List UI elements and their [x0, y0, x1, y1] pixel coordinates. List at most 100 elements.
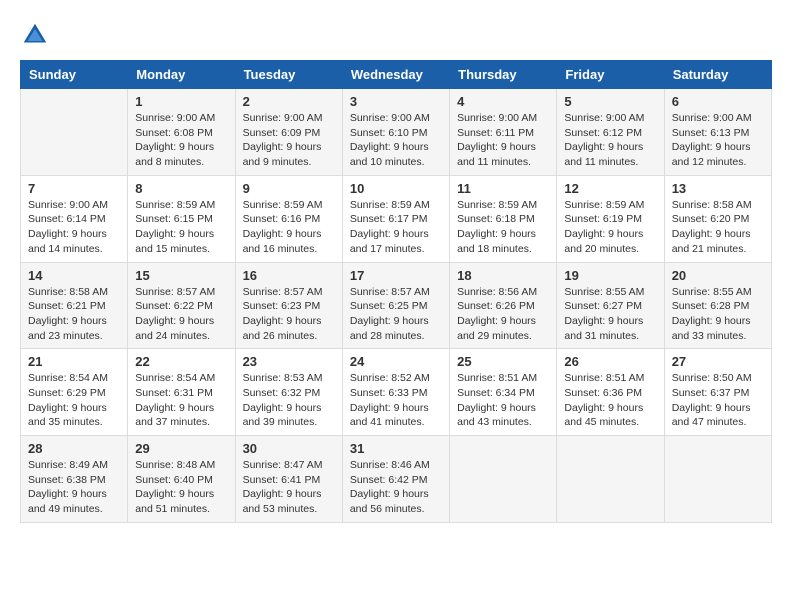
- day-info: Sunrise: 8:55 AMSunset: 6:27 PMDaylight:…: [564, 285, 656, 344]
- calendar-cell: 7Sunrise: 9:00 AMSunset: 6:14 PMDaylight…: [21, 175, 128, 262]
- day-info: Sunrise: 9:00 AMSunset: 6:14 PMDaylight:…: [28, 198, 120, 257]
- calendar-cell: 3 Sunrise: 9:00 AMSunset: 6:10 PMDaylight…: [342, 89, 449, 176]
- day-number: 15: [135, 268, 227, 283]
- day-info: Sunrise: 8:59 AMSunset: 6:16 PMDaylight:…: [243, 198, 335, 257]
- calendar-cell: 29 Sunrise: 8:48 AMSunset: 6:40 PMDayligh…: [128, 436, 235, 523]
- calendar-cell: 4 Sunrise: 9:00 AMSunset: 6:11 PMDaylight…: [450, 89, 557, 176]
- day-info: Sunrise: 8:59 AMSunset: 6:18 PMDaylight:…: [457, 198, 549, 257]
- calendar-cell: 10Sunrise: 8:59 AMSunset: 6:17 PMDayligh…: [342, 175, 449, 262]
- day-number: 10: [350, 181, 442, 196]
- day-info: Sunrise: 8:56 AMSunset: 6:26 PMDaylight:…: [457, 285, 549, 344]
- day-number: 12: [564, 181, 656, 196]
- calendar-week-row: 21 Sunrise: 8:54 AMSunset: 6:29 PMDayligh…: [21, 349, 772, 436]
- calendar-week-row: 1 Sunrise: 9:00 AMSunset: 6:08 PMDaylight…: [21, 89, 772, 176]
- day-number: 19: [564, 268, 656, 283]
- calendar-cell: 1 Sunrise: 9:00 AMSunset: 6:08 PMDaylight…: [128, 89, 235, 176]
- calendar-cell: 27 Sunrise: 8:50 AMSunset: 6:37 PMDayligh…: [664, 349, 771, 436]
- calendar-cell: [557, 436, 664, 523]
- day-info: Sunrise: 8:57 AMSunset: 6:25 PMDaylight:…: [350, 285, 442, 344]
- day-number: 3: [350, 94, 442, 109]
- day-number: 4: [457, 94, 549, 109]
- day-number: 30: [243, 441, 335, 456]
- calendar-cell: 22Sunrise: 8:54 AMSunset: 6:31 PMDayligh…: [128, 349, 235, 436]
- calendar-cell: 5 Sunrise: 9:00 AMSunset: 6:12 PMDaylight…: [557, 89, 664, 176]
- calendar-cell: [664, 436, 771, 523]
- calendar-cell: 11 Sunrise: 8:59 AMSunset: 6:18 PMDayligh…: [450, 175, 557, 262]
- calendar-week-row: 14 Sunrise: 8:58 AMSunset: 6:21 PMDayligh…: [21, 262, 772, 349]
- day-number: 1: [135, 94, 227, 109]
- header-sunday: Sunday: [21, 61, 128, 89]
- day-number: 20: [672, 268, 764, 283]
- day-number: 26: [564, 354, 656, 369]
- day-number: 21: [28, 354, 120, 369]
- day-number: 25: [457, 354, 549, 369]
- calendar-cell: 23 Sunrise: 8:53 AMSunset: 6:32 PMDayligh…: [235, 349, 342, 436]
- calendar-cell: 13 Sunrise: 8:58 AMSunset: 6:20 PMDayligh…: [664, 175, 771, 262]
- calendar-cell: 2 Sunrise: 9:00 AMSunset: 6:09 PMDaylight…: [235, 89, 342, 176]
- day-info: Sunrise: 8:49 AMSunset: 6:38 PMDaylight:…: [28, 458, 120, 517]
- calendar-table: SundayMondayTuesdayWednesdayThursdayFrid…: [20, 60, 772, 523]
- day-info: Sunrise: 8:50 AMSunset: 6:37 PMDaylight:…: [672, 371, 764, 430]
- day-number: 14: [28, 268, 120, 283]
- day-info: Sunrise: 8:53 AMSunset: 6:32 PMDaylight:…: [243, 371, 335, 430]
- calendar-cell: 28Sunrise: 8:49 AMSunset: 6:38 PMDayligh…: [21, 436, 128, 523]
- day-info: Sunrise: 9:00 AMSunset: 6:12 PMDaylight:…: [564, 111, 656, 170]
- day-number: 11: [457, 181, 549, 196]
- calendar-cell: [21, 89, 128, 176]
- header-thursday: Thursday: [450, 61, 557, 89]
- header-monday: Monday: [128, 61, 235, 89]
- day-number: 2: [243, 94, 335, 109]
- calendar-cell: 19 Sunrise: 8:55 AMSunset: 6:27 PMDayligh…: [557, 262, 664, 349]
- day-number: 17: [350, 268, 442, 283]
- day-info: Sunrise: 8:54 AMSunset: 6:29 PMDaylight:…: [28, 371, 120, 430]
- day-info: Sunrise: 9:00 AMSunset: 6:09 PMDaylight:…: [243, 111, 335, 170]
- day-number: 8: [135, 181, 227, 196]
- calendar-header-row: SundayMondayTuesdayWednesdayThursdayFrid…: [21, 61, 772, 89]
- day-info: Sunrise: 8:58 AMSunset: 6:21 PMDaylight:…: [28, 285, 120, 344]
- calendar-cell: 20 Sunrise: 8:55 AMSunset: 6:28 PMDayligh…: [664, 262, 771, 349]
- calendar-cell: [450, 436, 557, 523]
- day-info: Sunrise: 8:48 AMSunset: 6:40 PMDaylight:…: [135, 458, 227, 517]
- calendar-cell: 21 Sunrise: 8:54 AMSunset: 6:29 PMDayligh…: [21, 349, 128, 436]
- day-info: Sunrise: 8:55 AMSunset: 6:28 PMDaylight:…: [672, 285, 764, 344]
- page-header: [20, 20, 772, 50]
- header-saturday: Saturday: [664, 61, 771, 89]
- day-info: Sunrise: 8:57 AMSunset: 6:22 PMDaylight:…: [135, 285, 227, 344]
- calendar-cell: 6Sunrise: 9:00 AMSunset: 6:13 PMDaylight…: [664, 89, 771, 176]
- calendar-week-row: 7Sunrise: 9:00 AMSunset: 6:14 PMDaylight…: [21, 175, 772, 262]
- day-info: Sunrise: 8:46 AMSunset: 6:42 PMDaylight:…: [350, 458, 442, 517]
- day-number: 16: [243, 268, 335, 283]
- day-info: Sunrise: 9:00 AMSunset: 6:08 PMDaylight:…: [135, 111, 227, 170]
- day-info: Sunrise: 8:57 AMSunset: 6:23 PMDaylight:…: [243, 285, 335, 344]
- calendar-cell: 12 Sunrise: 8:59 AMSunset: 6:19 PMDayligh…: [557, 175, 664, 262]
- day-number: 31: [350, 441, 442, 456]
- day-number: 23: [243, 354, 335, 369]
- day-info: Sunrise: 8:47 AMSunset: 6:41 PMDaylight:…: [243, 458, 335, 517]
- calendar-cell: 8 Sunrise: 8:59 AMSunset: 6:15 PMDaylight…: [128, 175, 235, 262]
- day-number: 29: [135, 441, 227, 456]
- day-info: Sunrise: 8:54 AMSunset: 6:31 PMDaylight:…: [135, 371, 227, 430]
- day-number: 27: [672, 354, 764, 369]
- day-number: 13: [672, 181, 764, 196]
- calendar-cell: 9Sunrise: 8:59 AMSunset: 6:16 PMDaylight…: [235, 175, 342, 262]
- day-info: Sunrise: 8:51 AMSunset: 6:34 PMDaylight:…: [457, 371, 549, 430]
- calendar-cell: 15 Sunrise: 8:57 AMSunset: 6:22 PMDayligh…: [128, 262, 235, 349]
- day-info: Sunrise: 9:00 AMSunset: 6:11 PMDaylight:…: [457, 111, 549, 170]
- header-friday: Friday: [557, 61, 664, 89]
- logo: [20, 20, 54, 50]
- day-info: Sunrise: 9:00 AMSunset: 6:10 PMDaylight:…: [350, 111, 442, 170]
- day-info: Sunrise: 8:58 AMSunset: 6:20 PMDaylight:…: [672, 198, 764, 257]
- day-info: Sunrise: 8:59 AMSunset: 6:19 PMDaylight:…: [564, 198, 656, 257]
- calendar-cell: 24 Sunrise: 8:52 AMSunset: 6:33 PMDayligh…: [342, 349, 449, 436]
- day-number: 24: [350, 354, 442, 369]
- day-info: Sunrise: 8:52 AMSunset: 6:33 PMDaylight:…: [350, 371, 442, 430]
- calendar-cell: 26 Sunrise: 8:51 AMSunset: 6:36 PMDayligh…: [557, 349, 664, 436]
- header-tuesday: Tuesday: [235, 61, 342, 89]
- calendar-cell: 14 Sunrise: 8:58 AMSunset: 6:21 PMDayligh…: [21, 262, 128, 349]
- day-info: Sunrise: 8:51 AMSunset: 6:36 PMDaylight:…: [564, 371, 656, 430]
- day-number: 6: [672, 94, 764, 109]
- logo-icon: [20, 20, 50, 50]
- calendar-cell: 17 Sunrise: 8:57 AMSunset: 6:25 PMDayligh…: [342, 262, 449, 349]
- day-number: 5: [564, 94, 656, 109]
- day-info: Sunrise: 8:59 AMSunset: 6:15 PMDaylight:…: [135, 198, 227, 257]
